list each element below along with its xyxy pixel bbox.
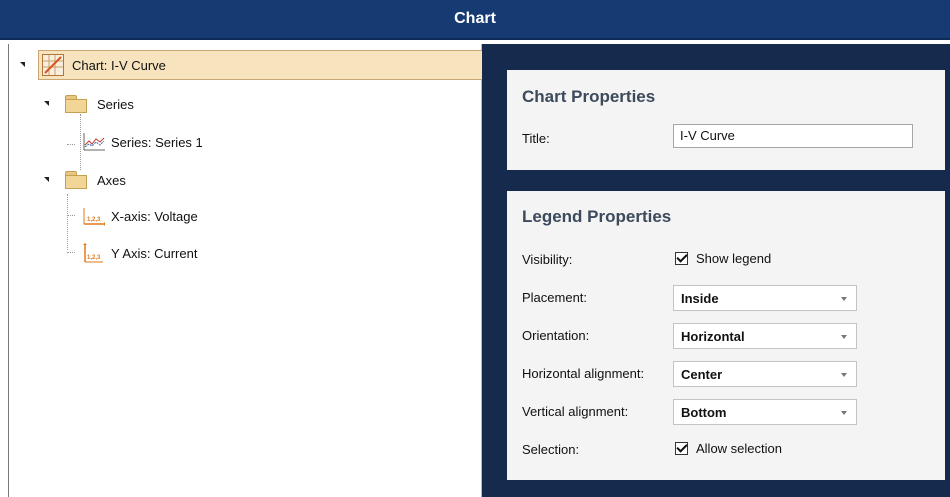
vertical-alignment-dropdown[interactable]: Bottom [673, 399, 857, 425]
check-icon [676, 251, 688, 263]
chart-title-input[interactable]: I-V Curve [673, 124, 913, 148]
chart-tree-panel: Chart: I-V Curve Series Series: Series 1… [8, 44, 490, 497]
x-axis-icon: 1,2,3 [83, 206, 106, 226]
tree-item-chart-root[interactable]: Chart: I-V Curve [38, 50, 490, 80]
tree-item-series-folder[interactable]: Series [65, 90, 134, 118]
checkbox-label: Show legend [696, 251, 772, 266]
tree-item-x-axis[interactable]: 1,2,3 X-axis: Voltage [83, 202, 198, 230]
vertical-alignment-label: Vertical alignment: [522, 404, 629, 419]
checkbox-label: Allow selection [696, 441, 782, 456]
folder-icon [65, 95, 87, 113]
tree-connector [80, 114, 81, 170]
tree-connector [67, 215, 75, 216]
placement-label: Placement: [522, 290, 588, 305]
orientation-label: Orientation: [522, 328, 590, 343]
window-title: Chart [454, 10, 496, 27]
tree-item-label: Series [97, 96, 134, 112]
expand-collapse-arrow-icon[interactable] [20, 62, 25, 67]
chevron-down-icon [841, 373, 847, 377]
svg-text:1,2,3: 1,2,3 [87, 217, 101, 223]
window-title-bar: Chart [0, 0, 950, 40]
tree-item-label: Chart: I-V Curve [72, 57, 166, 73]
title-label: Title: [522, 131, 550, 146]
chevron-down-icon [841, 411, 847, 415]
tree-item-label: X-axis: Voltage [111, 208, 198, 224]
show-legend-checkbox[interactable]: Show legend [675, 251, 771, 266]
allow-selection-checkbox[interactable]: Allow selection [675, 441, 782, 456]
expand-collapse-arrow-icon[interactable] [44, 101, 49, 106]
tree-item-axes-folder[interactable]: Axes [65, 166, 126, 194]
tree-connector [67, 144, 75, 145]
placement-dropdown[interactable]: Inside [673, 285, 857, 311]
orientation-dropdown[interactable]: Horizontal [673, 323, 857, 349]
expand-collapse-arrow-icon[interactable] [44, 177, 49, 182]
horizontal-alignment-label: Horizontal alignment: [522, 366, 645, 381]
checkbox-box[interactable] [675, 251, 688, 265]
horizontal-alignment-dropdown[interactable]: Center [673, 361, 857, 387]
selection-label: Selection: [522, 442, 580, 457]
y-axis-icon: 1,2,3 [83, 243, 105, 263]
legend-properties-heading: Legend Properties [522, 207, 672, 226]
tree-item-label: Y Axis: Current [111, 245, 198, 261]
tree-connector [67, 194, 68, 250]
tree-item-series-1[interactable]: Series: Series 1 [83, 128, 203, 156]
line-series-icon [83, 133, 105, 151]
svg-text:1,2,3: 1,2,3 [87, 255, 101, 261]
check-icon [676, 441, 688, 453]
chevron-down-icon [841, 335, 847, 339]
folder-icon [65, 171, 87, 189]
tree-item-y-axis[interactable]: 1,2,3 Y Axis: Current [83, 239, 197, 267]
tree-item-label: Series: Series 1 [111, 134, 203, 150]
chart-properties-card: Chart Properties Title: [507, 70, 945, 170]
checkbox-box[interactable] [675, 441, 688, 455]
tree-connector [67, 252, 75, 253]
visibility-label: Visibility: [522, 252, 573, 267]
chevron-down-icon [841, 297, 847, 301]
chart-properties-heading: Chart Properties [522, 87, 656, 106]
tree-item-label: Axes [97, 172, 126, 188]
chart-icon [42, 54, 64, 76]
